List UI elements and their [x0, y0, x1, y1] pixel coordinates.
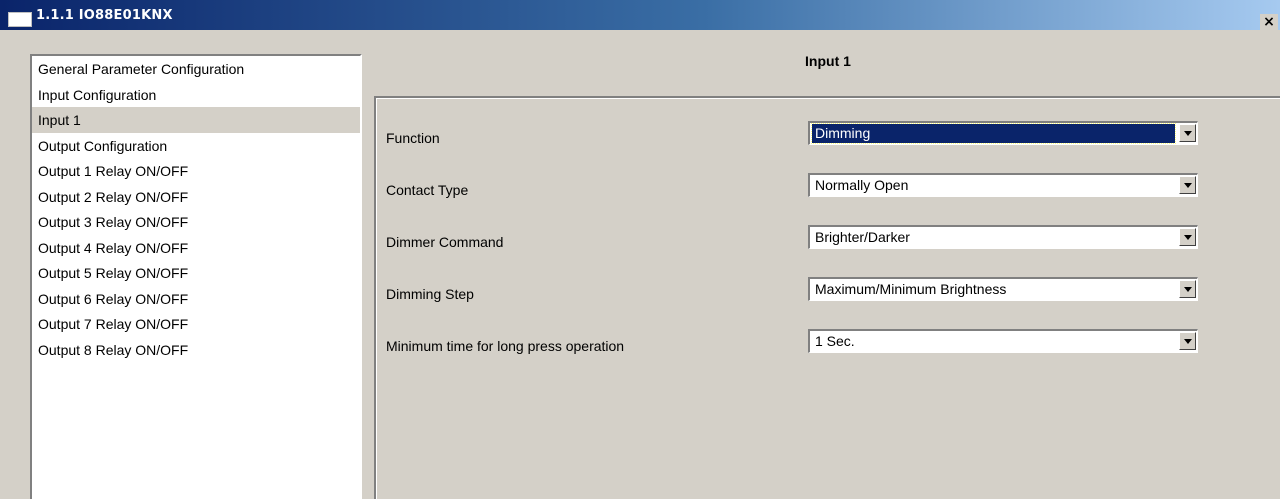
nav-item-output-8[interactable]: Output 8 Relay ON/OFF	[32, 337, 360, 363]
close-button[interactable]: ×	[1260, 14, 1278, 31]
chevron-down-icon	[1184, 183, 1192, 188]
chevron-down-icon	[1184, 131, 1192, 136]
window-title: 1.1.1 IO88E01KNX	[36, 8, 173, 23]
function-value: Dimming	[811, 123, 1176, 144]
dimmer-command-value: Brighter/Darker	[815, 229, 910, 245]
contact-type-dropdown[interactable]: Normally Open	[808, 173, 1198, 197]
long-press-time-dropdown[interactable]: 1 Sec.	[808, 329, 1198, 353]
nav-item-input-1[interactable]: Input 1	[32, 107, 360, 133]
dimmer-command-dropdown-button[interactable]	[1179, 228, 1196, 246]
nav-item-input-configuration[interactable]: Input Configuration	[32, 82, 360, 108]
contact-type-dropdown-button[interactable]	[1179, 176, 1196, 194]
dimmer-command-dropdown[interactable]: Brighter/Darker	[808, 225, 1198, 249]
parameter-tree: General Parameter Configuration Input Co…	[30, 54, 362, 499]
long-press-time-value: 1 Sec.	[815, 333, 855, 349]
long-press-time-dropdown-button[interactable]	[1179, 332, 1196, 350]
nav-item-output-2[interactable]: Output 2 Relay ON/OFF	[32, 184, 360, 210]
dimming-step-dropdown[interactable]: Maximum/Minimum Brightness	[808, 277, 1198, 301]
dimming-step-value: Maximum/Minimum Brightness	[815, 281, 1007, 297]
dimming-step-dropdown-button[interactable]	[1179, 280, 1196, 298]
contact-type-value: Normally Open	[815, 177, 909, 193]
chevron-down-icon	[1184, 287, 1192, 292]
nav-item-output-5[interactable]: Output 5 Relay ON/OFF	[32, 260, 360, 286]
contact-type-label: Contact Type	[386, 182, 469, 198]
nav-item-output-4[interactable]: Output 4 Relay ON/OFF	[32, 235, 360, 261]
window-icon	[8, 12, 32, 27]
chevron-down-icon	[1184, 235, 1192, 240]
function-label: Function	[386, 130, 440, 146]
dimmer-command-label: Dimmer Command	[386, 234, 504, 250]
long-press-time-label: Minimum time for long press operation	[386, 338, 625, 354]
nav-item-general-parameter-configuration[interactable]: General Parameter Configuration	[32, 56, 360, 82]
nav-item-output-6[interactable]: Output 6 Relay ON/OFF	[32, 286, 360, 312]
page-title: Input 1	[805, 53, 851, 69]
function-dropdown-button[interactable]	[1179, 124, 1196, 142]
dimming-step-label: Dimming Step	[386, 286, 474, 302]
nav-item-output-7[interactable]: Output 7 Relay ON/OFF	[32, 311, 360, 337]
nav-item-output-1[interactable]: Output 1 Relay ON/OFF	[32, 158, 360, 184]
nav-item-output-3[interactable]: Output 3 Relay ON/OFF	[32, 209, 360, 235]
function-dropdown[interactable]: Dimming	[808, 121, 1198, 145]
nav-item-output-configuration[interactable]: Output Configuration	[32, 133, 360, 159]
title-bar: 1.1.1 IO88E01KNX	[0, 0, 1280, 30]
chevron-down-icon	[1184, 339, 1192, 344]
